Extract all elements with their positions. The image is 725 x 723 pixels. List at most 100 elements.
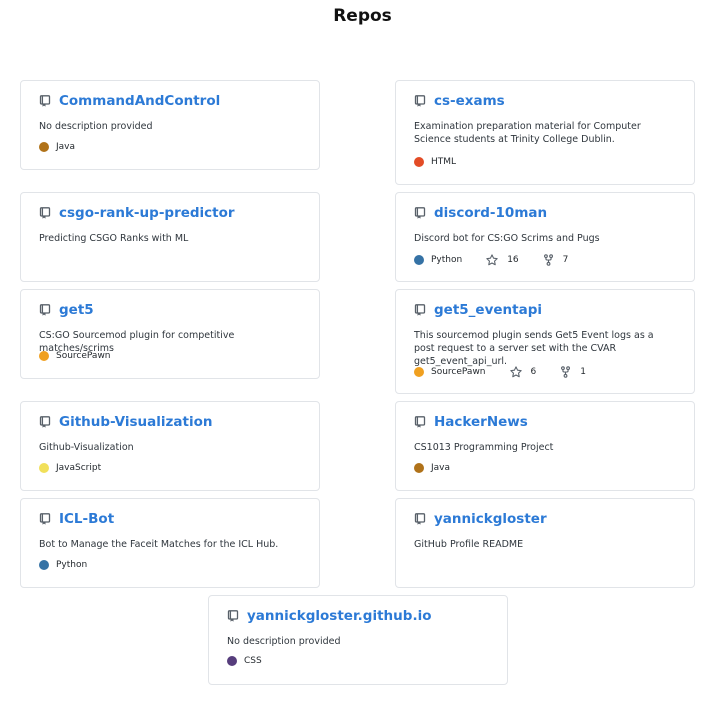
fork-count[interactable]: 7: [543, 254, 569, 266]
star-count-value: 16: [507, 255, 519, 265]
repo-icon: [414, 416, 426, 428]
repo-icon: [39, 513, 51, 525]
page-title: Repos: [333, 6, 392, 26]
repo-icon: [414, 304, 426, 316]
repo-card-header: csgo-rank-up-predictor: [39, 205, 307, 221]
language-color-dot: [227, 656, 237, 666]
star-icon: [509, 366, 531, 378]
repo-meta: SourcePawn: [39, 351, 135, 361]
language-label: SourcePawn: [431, 367, 486, 377]
repo-description: Examination preparation material for Com…: [414, 121, 641, 145]
repo-meta: Python: [39, 560, 111, 570]
repo-description: Discord bot for CS:GO Scrims and Pugs: [414, 233, 600, 244]
repo-meta: JavaScript: [39, 463, 125, 473]
repo-icon: [39, 304, 51, 316]
repo-name-link[interactable]: ICL-Bot: [59, 511, 114, 527]
repo-card-header: discord-10man: [414, 205, 682, 221]
repo-description: No description provided: [227, 636, 341, 647]
repo-card: yannickgloster.github.io No description p…: [208, 595, 508, 685]
star-count-value: 6: [530, 367, 537, 377]
repo-meta: Java: [414, 463, 474, 473]
repo-description: This sourcemod plugin sends Get5 Event l…: [414, 330, 654, 367]
language-label: Python: [56, 560, 88, 570]
language-color-dot: [39, 142, 49, 152]
star-count[interactable]: 6: [509, 366, 537, 378]
language-color-dot: [414, 157, 424, 167]
repo-icon: [39, 95, 51, 107]
repo-card: discord-10man Discord bot for CS:GO Scrim…: [395, 192, 695, 282]
repo-name-link[interactable]: Github-Visualization: [59, 414, 212, 430]
repo-language: Python: [414, 255, 462, 265]
language-label: Java: [56, 142, 76, 152]
repo-name-link[interactable]: cs-exams: [434, 93, 505, 109]
repo-icon: [39, 207, 51, 219]
repo-card-header: get5: [39, 302, 307, 318]
repo-language: JavaScript: [39, 463, 101, 473]
repo-card-header: get5_eventapi: [414, 302, 682, 318]
repo-card: cs-exams Examination preparation material…: [395, 80, 695, 185]
repo-card-header: yannickgloster: [414, 511, 682, 527]
repo-icon: [227, 610, 239, 622]
repo-icon: [39, 416, 51, 428]
fork-icon: [543, 254, 563, 266]
repo-name-link[interactable]: discord-10man: [434, 205, 547, 221]
language-color-dot: [414, 255, 424, 265]
language-label: HTML: [431, 157, 457, 167]
language-label: Python: [431, 255, 463, 265]
repo-card: ICL-Bot Bot to Manage the Faceit Matches …: [20, 498, 320, 588]
repo-card-header: cs-exams: [414, 93, 682, 109]
fork-count-value: 7: [562, 255, 569, 265]
repo-description: No description provided: [39, 121, 153, 132]
repo-description: GitHub Profile README: [414, 539, 524, 550]
language-color-dot: [39, 560, 49, 570]
repo-card: HackerNews CS1013 Programming Project Java: [395, 401, 695, 491]
repo-description: Bot to Manage the Faceit Matches for the…: [39, 539, 279, 550]
repo-description: CS1013 Programming Project: [414, 442, 554, 453]
repo-language: CSS: [227, 656, 262, 666]
repo-icon: [414, 95, 426, 107]
repo-language: SourcePawn: [414, 367, 486, 377]
repo-name-link[interactable]: yannickgloster.github.io: [247, 608, 431, 624]
repo-name-link[interactable]: CommandAndControl: [59, 93, 220, 109]
repo-card: yannickgloster GitHub Profile README: [395, 498, 695, 588]
language-color-dot: [39, 463, 49, 473]
repo-name-link[interactable]: HackerNews: [434, 414, 528, 430]
repo-meta: Python 16 7: [414, 254, 592, 266]
repo-description: Github-Visualization: [39, 442, 134, 453]
repo-language: HTML: [414, 157, 456, 167]
repo-card-header: CommandAndControl: [39, 93, 307, 109]
repo-description: Predicting CSGO Ranks with ML: [39, 233, 189, 244]
repo-meta: HTML: [414, 157, 480, 167]
repo-language: Java: [39, 142, 75, 152]
repo-card-header: HackerNews: [414, 414, 682, 430]
repo-card: CommandAndControl No description provided…: [20, 80, 320, 170]
language-label: SourcePawn: [56, 351, 111, 361]
repo-card-header: Github-Visualization: [39, 414, 307, 430]
repo-card: csgo-rank-up-predictor Predicting CSGO Ra…: [20, 192, 320, 282]
repo-name-link[interactable]: get5: [59, 302, 94, 318]
language-label: CSS: [244, 656, 262, 666]
star-count[interactable]: 16: [486, 254, 519, 266]
repo-name-link[interactable]: csgo-rank-up-predictor: [59, 205, 235, 221]
repo-language: Python: [39, 560, 87, 570]
repo-name-link[interactable]: yannickgloster: [434, 511, 547, 527]
repo-card-header: yannickgloster.github.io: [227, 608, 495, 624]
repo-meta: Java: [39, 142, 99, 152]
star-icon: [486, 254, 507, 266]
repo-icon: [414, 207, 426, 219]
fork-icon: [560, 366, 580, 378]
repo-meta: CSS: [227, 656, 286, 666]
repo-card-header: ICL-Bot: [39, 511, 307, 527]
repo-icon: [414, 513, 426, 525]
language-label: JavaScript: [56, 463, 102, 473]
repo-card: get5 CS:GO Sourcemod plugin for competiti…: [20, 289, 320, 379]
fork-count-value: 1: [580, 367, 586, 377]
fork-count[interactable]: 1: [560, 366, 586, 378]
repo-name-link[interactable]: get5_eventapi: [434, 302, 542, 318]
language-color-dot: [414, 463, 424, 473]
repo-card: Github-Visualization Github-Visualization…: [20, 401, 320, 491]
repo-language: Java: [414, 463, 450, 473]
repo-meta: SourcePawn 6 1: [414, 366, 610, 378]
repo-card: get5_eventapi This sourcemod plugin sends…: [395, 289, 695, 394]
language-color-dot: [39, 351, 49, 361]
